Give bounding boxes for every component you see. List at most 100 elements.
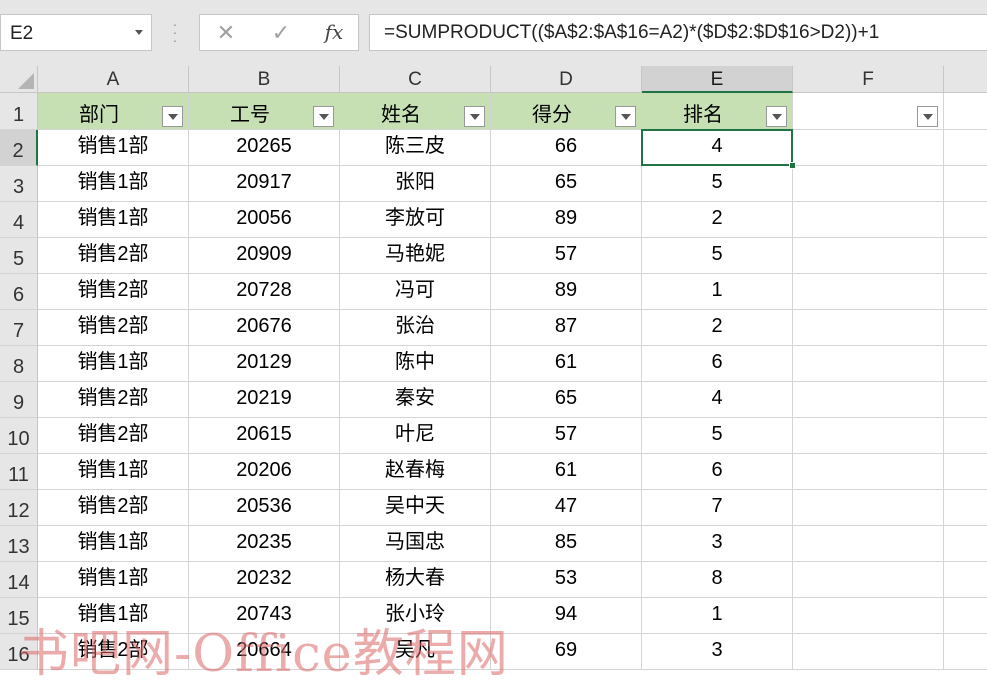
cell-a12[interactable]: 销售2部 <box>38 490 189 526</box>
cell-b12[interactable]: 20536 <box>189 490 340 526</box>
cell-d4[interactable]: 89 <box>491 202 642 238</box>
cell-a2[interactable]: 销售1部 <box>38 130 189 166</box>
overflow-cell[interactable] <box>944 238 987 274</box>
column-header-c[interactable]: C <box>340 66 491 93</box>
select-all-button[interactable] <box>0 66 38 93</box>
cell-f2[interactable] <box>793 130 944 166</box>
cell-a8[interactable]: 销售1部 <box>38 346 189 382</box>
overflow-cell[interactable] <box>944 166 987 202</box>
cell-f7[interactable] <box>793 310 944 346</box>
cell-f10[interactable] <box>793 418 944 454</box>
cell-b8[interactable]: 20129 <box>189 346 340 382</box>
overflow-cell[interactable] <box>944 274 987 310</box>
filter-dropdown-icon[interactable] <box>766 106 787 127</box>
cell-c3[interactable]: 张阳 <box>340 166 491 202</box>
overflow-cell[interactable] <box>944 490 987 526</box>
cell-d15[interactable]: 94 <box>491 598 642 634</box>
cell-b14[interactable]: 20232 <box>189 562 340 598</box>
cell-a10[interactable]: 销售2部 <box>38 418 189 454</box>
cell-d16[interactable]: 69 <box>491 634 642 670</box>
cell-b5[interactable]: 20909 <box>189 238 340 274</box>
cell-a14[interactable]: 销售1部 <box>38 562 189 598</box>
cell-d8[interactable]: 61 <box>491 346 642 382</box>
cell-c9[interactable]: 秦安 <box>340 382 491 418</box>
cell-a5[interactable]: 销售2部 <box>38 238 189 274</box>
cell-d12[interactable]: 47 <box>491 490 642 526</box>
row-header-6[interactable]: 6 <box>0 274 38 310</box>
cell-a7[interactable]: 销售2部 <box>38 310 189 346</box>
cell-b15[interactable]: 20743 <box>189 598 340 634</box>
overflow-cell[interactable] <box>944 346 987 382</box>
cell-e6[interactable]: 1 <box>642 274 793 310</box>
cell-d3[interactable]: 65 <box>491 166 642 202</box>
cell-a9[interactable]: 销售2部 <box>38 382 189 418</box>
cell-a6[interactable]: 销售2部 <box>38 274 189 310</box>
cell-f15[interactable] <box>793 598 944 634</box>
cell-f6[interactable] <box>793 274 944 310</box>
cell-e5[interactable]: 5 <box>642 238 793 274</box>
header-cell-e[interactable]: 排名 <box>642 93 793 130</box>
cell-c5[interactable]: 马艳妮 <box>340 238 491 274</box>
cell-e2[interactable]: 4 <box>642 130 793 166</box>
row-header-13[interactable]: 13 <box>0 526 38 562</box>
cell-c12[interactable]: 吴中天 <box>340 490 491 526</box>
row-header-11[interactable]: 11 <box>0 454 38 490</box>
cell-b4[interactable]: 20056 <box>189 202 340 238</box>
cancel-icon[interactable]: ✕ <box>206 15 246 50</box>
insert-function-icon[interactable]: fx <box>314 15 354 50</box>
cell-d2[interactable]: 66 <box>491 130 642 166</box>
cell-c8[interactable]: 陈中 <box>340 346 491 382</box>
cell-a11[interactable]: 销售1部 <box>38 454 189 490</box>
overflow-cell[interactable] <box>944 130 987 166</box>
column-header-e[interactable]: E <box>642 66 793 93</box>
cell-a4[interactable]: 销售1部 <box>38 202 189 238</box>
cell-c14[interactable]: 杨大春 <box>340 562 491 598</box>
overflow-cell[interactable] <box>944 93 987 130</box>
cell-d11[interactable]: 61 <box>491 454 642 490</box>
row-header-5[interactable]: 5 <box>0 238 38 274</box>
cell-b11[interactable]: 20206 <box>189 454 340 490</box>
cell-c10[interactable]: 叶尼 <box>340 418 491 454</box>
cell-d9[interactable]: 65 <box>491 382 642 418</box>
row-header-2[interactable]: 2 <box>0 130 38 166</box>
cell-c16[interactable]: 吴凡 <box>340 634 491 670</box>
cell-d6[interactable]: 89 <box>491 274 642 310</box>
row-header-3[interactable]: 3 <box>0 166 38 202</box>
header-cell-a[interactable]: 部门 <box>38 93 189 130</box>
cell-e11[interactable]: 6 <box>642 454 793 490</box>
overflow-cell[interactable] <box>944 634 987 670</box>
cell-c11[interactable]: 赵春梅 <box>340 454 491 490</box>
filter-dropdown-icon[interactable] <box>162 106 183 127</box>
cell-d13[interactable]: 85 <box>491 526 642 562</box>
cell-d14[interactable]: 53 <box>491 562 642 598</box>
cell-d7[interactable]: 87 <box>491 310 642 346</box>
cell-d10[interactable]: 57 <box>491 418 642 454</box>
column-header-a[interactable]: A <box>38 66 189 93</box>
cell-b3[interactable]: 20917 <box>189 166 340 202</box>
row-header-12[interactable]: 12 <box>0 490 38 526</box>
header-cell-c[interactable]: 姓名 <box>340 93 491 130</box>
cell-e10[interactable]: 5 <box>642 418 793 454</box>
cell-e15[interactable]: 1 <box>642 598 793 634</box>
cell-b10[interactable]: 20615 <box>189 418 340 454</box>
cell-e3[interactable]: 5 <box>642 166 793 202</box>
cell-b7[interactable]: 20676 <box>189 310 340 346</box>
fill-handle[interactable] <box>789 162 796 169</box>
row-header-10[interactable]: 10 <box>0 418 38 454</box>
cell-f5[interactable] <box>793 238 944 274</box>
cell-f9[interactable] <box>793 382 944 418</box>
header-cell-f[interactable] <box>793 93 944 130</box>
cell-e9[interactable]: 4 <box>642 382 793 418</box>
cell-b13[interactable]: 20235 <box>189 526 340 562</box>
cell-a16[interactable]: 销售2部 <box>38 634 189 670</box>
filter-dropdown-icon[interactable] <box>464 106 485 127</box>
cell-f12[interactable] <box>793 490 944 526</box>
column-header-f[interactable]: F <box>793 66 944 93</box>
cell-e8[interactable]: 6 <box>642 346 793 382</box>
header-cell-d[interactable]: 得分 <box>491 93 642 130</box>
overflow-cell[interactable] <box>944 598 987 634</box>
filter-dropdown-icon[interactable] <box>615 106 636 127</box>
cell-b16[interactable]: 20664 <box>189 634 340 670</box>
filter-dropdown-icon[interactable] <box>917 106 938 127</box>
row-header-15[interactable]: 15 <box>0 598 38 634</box>
